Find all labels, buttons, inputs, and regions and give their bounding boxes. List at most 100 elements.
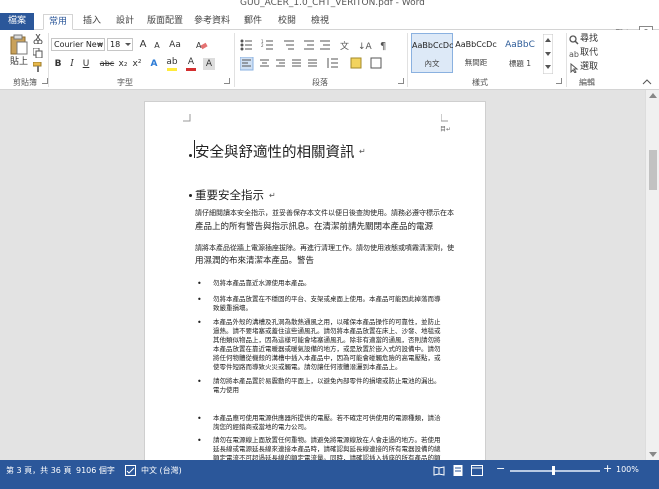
style-no-spacing[interactable]: AaBbCcDc 無間距 [455, 33, 497, 73]
vertical-scrollbar[interactable] [645, 90, 659, 460]
style-heading-1-sample: AaBbC [505, 40, 535, 50]
style-heading-1-label: 標題 1 [508, 59, 532, 68]
change-case-button[interactable]: Aa [167, 39, 183, 51]
paragraph-text: 用濕潤的布來清潔本產品。警告 [195, 256, 315, 266]
tab-design[interactable]: 設計 [110, 14, 140, 30]
svg-text:文: 文 [340, 40, 349, 51]
language-indicator[interactable]: 中文 (台灣) [141, 465, 182, 476]
highlight-color-bar [167, 68, 177, 71]
list-bullet: • [197, 377, 202, 386]
list-bullet: • [197, 295, 202, 304]
superscript-button[interactable]: x² [131, 58, 143, 70]
zoom-slider[interactable] [510, 470, 600, 472]
list-item: 本產品外殼的溝槽及孔洞為散熱通風之用，以確保本產品操作的可靠性，並防止過熱。請不… [213, 318, 441, 371]
tab-file[interactable]: 檔案 [0, 13, 34, 30]
font-group-label: 字型 [117, 78, 133, 87]
zoom-out-button[interactable]: − [496, 462, 505, 475]
list-item: 勿將本產品靠近水源使用本產品。 [213, 279, 311, 287]
web-layout-icon[interactable] [471, 465, 483, 476]
character-shading-button[interactable]: A [203, 58, 215, 70]
replace-button[interactable]: 取代 [580, 48, 598, 59]
cut-icon[interactable] [33, 34, 43, 44]
font-dialog-launcher[interactable] [224, 78, 230, 84]
font-color-button[interactable]: A [185, 56, 197, 68]
tab-insert[interactable]: 插入 [77, 14, 107, 30]
paragraph-text: 產品上的所有警告與指示訊息。在清潔前請先關閉本產品的電源 [195, 222, 434, 232]
underline-button[interactable]: U [80, 58, 92, 70]
collapse-ribbon-icon[interactable] [642, 78, 652, 86]
status-bar: 第 3 頁，共 36 頁 9106 個字 中文 (台灣) − + 100% [0, 460, 659, 489]
document-canvas: 目↵ 安全與舒適性的相關資訊 ↵ 重要安全指示 ↵ 請仔細閱讀本安全指示，並妥善… [0, 90, 645, 460]
italic-button[interactable]: I [66, 58, 78, 70]
scroll-up-icon[interactable] [649, 93, 657, 98]
proofing-icon[interactable] [125, 465, 136, 476]
zoom-in-button[interactable]: + [603, 462, 612, 475]
paragraph-dialog-launcher[interactable] [398, 78, 404, 84]
tab-references[interactable]: 參考資料 [190, 14, 234, 30]
tab-view[interactable]: 檢視 [305, 14, 335, 30]
ribbon: 貼上 剪貼簿 Courier New 18 A A Aa A B I U abc… [0, 30, 659, 90]
list-bullet: • [197, 436, 202, 445]
format-painter-icon[interactable] [33, 62, 43, 72]
select-icon[interactable] [569, 63, 579, 73]
bold-button[interactable]: B [52, 58, 64, 70]
document-page[interactable]: 目↵ 安全與舒適性的相關資訊 ↵ 重要安全指示 ↵ 請仔細閱讀本安全指示，並妥善… [144, 101, 486, 460]
font-size-value: 18 [110, 40, 121, 49]
document-heading: 重要安全指示 [195, 188, 264, 202]
tab-review[interactable]: 校閱 [272, 14, 302, 30]
read-mode-icon[interactable] [433, 465, 445, 476]
shrink-font-button[interactable]: A [151, 40, 163, 52]
scroll-down-icon[interactable] [649, 452, 657, 457]
paragraph-list-buttons: 12 文 ↓A ¶ [240, 39, 386, 51]
tab-mailings[interactable]: 郵件 [238, 14, 268, 30]
style-heading-1[interactable]: AaBbC 標題 1 [499, 33, 541, 73]
list-bullet: • [197, 414, 202, 423]
scroll-thumb[interactable] [649, 150, 657, 190]
svg-text:¶: ¶ [380, 41, 386, 51]
copy-icon[interactable] [33, 48, 43, 58]
grow-font-button[interactable]: A [137, 39, 149, 51]
tab-home[interactable]: 常用 [43, 14, 73, 30]
margin-corner-mark [183, 114, 191, 122]
select-button[interactable]: 選取 [580, 62, 598, 73]
highlight-button[interactable]: ab [166, 56, 178, 68]
text-effects-button[interactable]: A [148, 58, 160, 70]
font-color-bar [186, 68, 196, 71]
find-button[interactable]: 尋找 [580, 34, 598, 45]
tab-layout[interactable]: 版面配置 [143, 14, 187, 30]
print-layout-icon[interactable] [452, 465, 464, 476]
page-count[interactable]: 第 3 頁，共 36 頁 [6, 465, 71, 476]
window-title: GUU_ACER_1.0_CHT_VERITON.pdf - Word [240, 0, 425, 8]
bullets-icon [240, 39, 252, 51]
document-title: 安全與舒適性的相關資訊 [195, 145, 355, 161]
list-item: 請勿將本產品置於易震動的平面上，以避免內部零件的損壞或防止電池的漏出。電力使用 [213, 377, 441, 394]
svg-text:2: 2 [261, 43, 264, 48]
word-count[interactable]: 9106 個字 [76, 465, 115, 476]
list-bullet: • [197, 279, 202, 288]
zoom-slider-knob[interactable] [552, 466, 555, 475]
strikethrough-button[interactable]: abc [99, 58, 115, 70]
paragraph-align-buttons [240, 57, 382, 71]
group-separator [407, 33, 408, 87]
styles-group-label: 樣式 [472, 78, 488, 87]
font-name-combo[interactable]: Courier New [51, 38, 105, 51]
styles-scroll[interactable] [543, 34, 553, 74]
font-size-combo[interactable]: 18 [107, 38, 133, 51]
style-normal-sample: AaBbCcDc [412, 41, 454, 50]
style-no-spacing-sample: AaBbCcDc [455, 40, 497, 49]
paragraph-mark: ↵ [359, 147, 366, 156]
styles-dialog-launcher[interactable] [556, 78, 562, 84]
zoom-level[interactable]: 100% [616, 465, 639, 474]
paragraph-group-label: 段落 [312, 78, 328, 87]
find-icon[interactable] [569, 35, 579, 45]
paste-button[interactable]: 貼上 [7, 57, 31, 68]
style-normal[interactable]: AaBbCcDc 內文 [411, 33, 453, 73]
svg-text:ab: ab [569, 50, 579, 59]
paste-icon[interactable] [9, 34, 29, 56]
group-separator [234, 33, 235, 87]
replace-icon[interactable]: ab [569, 49, 579, 59]
clear-formatting-icon[interactable]: A [196, 40, 208, 50]
subscript-button[interactable]: x₂ [117, 58, 129, 70]
title-bar: GUU_ACER_1.0_CHT_VERITON.pdf - Word [0, 0, 659, 12]
svg-text:↓A: ↓A [358, 42, 373, 51]
